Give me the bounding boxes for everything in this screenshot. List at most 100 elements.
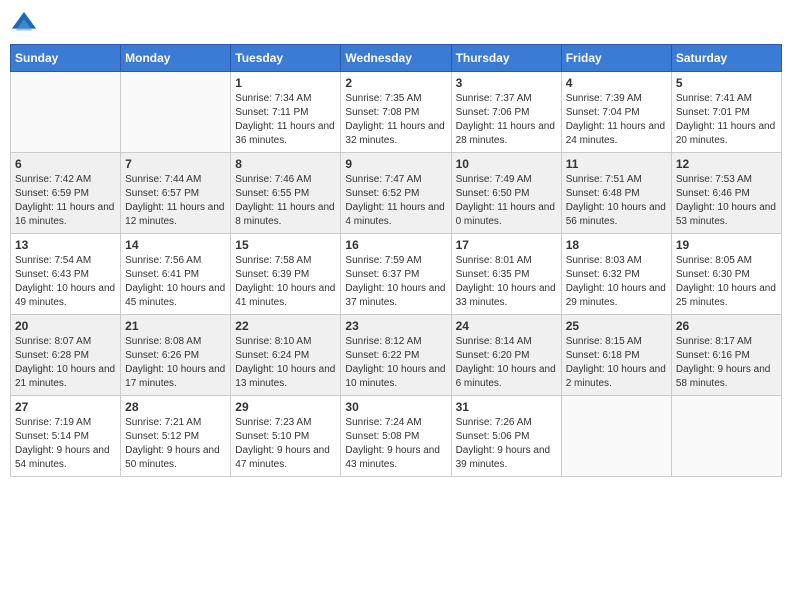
day-number: 27 (15, 400, 116, 414)
weekday-header-row: SundayMondayTuesdayWednesdayThursdayFrid… (11, 45, 782, 72)
day-info: Sunrise: 7:37 AM Sunset: 7:06 PM Dayligh… (456, 92, 557, 148)
day-number: 30 (345, 400, 446, 414)
day-info: Sunrise: 7:41 AM Sunset: 7:01 PM Dayligh… (676, 92, 777, 148)
day-info: Sunrise: 7:58 AM Sunset: 6:39 PM Dayligh… (235, 254, 336, 310)
calendar-cell: 1 Sunrise: 7:34 AM Sunset: 7:11 PM Daylig… (231, 72, 341, 153)
calendar-cell: 3 Sunrise: 7:37 AM Sunset: 7:06 PM Daylig… (451, 72, 561, 153)
day-number: 21 (125, 319, 226, 333)
day-info: Sunrise: 7:54 AM Sunset: 6:43 PM Dayligh… (15, 254, 116, 310)
calendar-week-row: 20 Sunrise: 8:07 AM Sunset: 6:28 PM Dayli… (11, 315, 782, 396)
calendar-cell: 14 Sunrise: 7:56 AM Sunset: 6:41 PM Dayli… (121, 234, 231, 315)
calendar-cell: 19 Sunrise: 8:05 AM Sunset: 6:30 PM Dayli… (671, 234, 781, 315)
calendar-cell (121, 72, 231, 153)
weekday-header: Tuesday (231, 45, 341, 72)
day-number: 24 (456, 319, 557, 333)
calendar-cell: 20 Sunrise: 8:07 AM Sunset: 6:28 PM Dayli… (11, 315, 121, 396)
day-info: Sunrise: 8:17 AM Sunset: 6:16 PM Dayligh… (676, 335, 777, 391)
day-number: 17 (456, 238, 557, 252)
calendar-cell: 7 Sunrise: 7:44 AM Sunset: 6:57 PM Daylig… (121, 153, 231, 234)
day-number: 29 (235, 400, 336, 414)
calendar-cell: 26 Sunrise: 8:17 AM Sunset: 6:16 PM Dayli… (671, 315, 781, 396)
day-info: Sunrise: 7:24 AM Sunset: 5:08 PM Dayligh… (345, 416, 446, 472)
day-number: 20 (15, 319, 116, 333)
calendar-cell: 6Sunrise: 7:42 AM Sunset: 6:59 PM Daylig… (11, 153, 121, 234)
logo-icon (10, 10, 38, 38)
calendar-cell: 13 Sunrise: 7:54 AM Sunset: 6:43 PM Dayli… (11, 234, 121, 315)
calendar-cell: 5 Sunrise: 7:41 AM Sunset: 7:01 PM Daylig… (671, 72, 781, 153)
day-info: Sunrise: 8:01 AM Sunset: 6:35 PM Dayligh… (456, 254, 557, 310)
day-info: Sunrise: 7:53 AM Sunset: 6:46 PM Dayligh… (676, 173, 777, 229)
day-number: 6 (15, 157, 116, 171)
day-number: 12 (676, 157, 777, 171)
day-number: 7 (125, 157, 226, 171)
day-info: Sunrise: 7:51 AM Sunset: 6:48 PM Dayligh… (566, 173, 667, 229)
day-number: 5 (676, 76, 777, 90)
day-number: 10 (456, 157, 557, 171)
weekday-header: Wednesday (341, 45, 451, 72)
page-header (10, 10, 782, 38)
day-number: 13 (15, 238, 116, 252)
day-info: Sunrise: 7:59 AM Sunset: 6:37 PM Dayligh… (345, 254, 446, 310)
calendar-cell: 25 Sunrise: 8:15 AM Sunset: 6:18 PM Dayli… (561, 315, 671, 396)
day-number: 31 (456, 400, 557, 414)
day-number: 4 (566, 76, 667, 90)
day-number: 23 (345, 319, 446, 333)
calendar-cell: 4 Sunrise: 7:39 AM Sunset: 7:04 PM Daylig… (561, 72, 671, 153)
calendar-cell: 9 Sunrise: 7:47 AM Sunset: 6:52 PM Daylig… (341, 153, 451, 234)
day-number: 2 (345, 76, 446, 90)
day-number: 25 (566, 319, 667, 333)
weekday-header: Sunday (11, 45, 121, 72)
day-info: Sunrise: 8:07 AM Sunset: 6:28 PM Dayligh… (15, 335, 116, 391)
day-number: 22 (235, 319, 336, 333)
calendar-cell: 21 Sunrise: 8:08 AM Sunset: 6:26 PM Dayli… (121, 315, 231, 396)
day-info: Sunrise: 7:44 AM Sunset: 6:57 PM Dayligh… (125, 173, 226, 229)
day-info: Sunrise: 8:12 AM Sunset: 6:22 PM Dayligh… (345, 335, 446, 391)
calendar-cell: 29Sunrise: 7:23 AM Sunset: 5:10 PM Dayli… (231, 396, 341, 477)
calendar-cell: 23 Sunrise: 8:12 AM Sunset: 6:22 PM Dayli… (341, 315, 451, 396)
calendar-cell: 27Sunrise: 7:19 AM Sunset: 5:14 PM Dayli… (11, 396, 121, 477)
weekday-header: Friday (561, 45, 671, 72)
day-number: 9 (345, 157, 446, 171)
calendar-cell: 12 Sunrise: 7:53 AM Sunset: 6:46 PM Dayli… (671, 153, 781, 234)
day-info: Sunrise: 7:39 AM Sunset: 7:04 PM Dayligh… (566, 92, 667, 148)
weekday-header: Monday (121, 45, 231, 72)
day-number: 19 (676, 238, 777, 252)
calendar-cell: 18Sunrise: 8:03 AM Sunset: 6:32 PM Dayli… (561, 234, 671, 315)
calendar-cell: 16 Sunrise: 7:59 AM Sunset: 6:37 PM Dayli… (341, 234, 451, 315)
day-info: Sunrise: 7:49 AM Sunset: 6:50 PM Dayligh… (456, 173, 557, 229)
day-info: Sunrise: 8:08 AM Sunset: 6:26 PM Dayligh… (125, 335, 226, 391)
calendar-cell (671, 396, 781, 477)
day-number: 26 (676, 319, 777, 333)
calendar-cell: 15 Sunrise: 7:58 AM Sunset: 6:39 PM Dayli… (231, 234, 341, 315)
day-info: Sunrise: 8:03 AM Sunset: 6:32 PM Dayligh… (566, 254, 667, 310)
calendar-cell: 11 Sunrise: 7:51 AM Sunset: 6:48 PM Dayli… (561, 153, 671, 234)
day-number: 11 (566, 157, 667, 171)
day-number: 15 (235, 238, 336, 252)
day-info: Sunrise: 7:56 AM Sunset: 6:41 PM Dayligh… (125, 254, 226, 310)
logo (10, 10, 42, 38)
calendar-cell: 10 Sunrise: 7:49 AM Sunset: 6:50 PM Dayli… (451, 153, 561, 234)
calendar-cell: 31 Sunrise: 7:26 AM Sunset: 5:06 PM Dayli… (451, 396, 561, 477)
calendar-week-row: 13 Sunrise: 7:54 AM Sunset: 6:43 PM Dayli… (11, 234, 782, 315)
day-info: Sunrise: 7:26 AM Sunset: 5:06 PM Dayligh… (456, 416, 557, 472)
calendar-week-row: 6Sunrise: 7:42 AM Sunset: 6:59 PM Daylig… (11, 153, 782, 234)
day-info: Sunrise: 8:10 AM Sunset: 6:24 PM Dayligh… (235, 335, 336, 391)
day-info: Sunrise: 7:46 AM Sunset: 6:55 PM Dayligh… (235, 173, 336, 229)
calendar-cell: 17 Sunrise: 8:01 AM Sunset: 6:35 PM Dayli… (451, 234, 561, 315)
calendar-week-row: 1 Sunrise: 7:34 AM Sunset: 7:11 PM Daylig… (11, 72, 782, 153)
day-info: Sunrise: 7:34 AM Sunset: 7:11 PM Dayligh… (235, 92, 336, 148)
day-info: Sunrise: 8:05 AM Sunset: 6:30 PM Dayligh… (676, 254, 777, 310)
day-number: 16 (345, 238, 446, 252)
day-number: 1 (235, 76, 336, 90)
calendar-week-row: 27Sunrise: 7:19 AM Sunset: 5:14 PM Dayli… (11, 396, 782, 477)
calendar-table: SundayMondayTuesdayWednesdayThursdayFrid… (10, 44, 782, 477)
day-info: Sunrise: 8:15 AM Sunset: 6:18 PM Dayligh… (566, 335, 667, 391)
day-info: Sunrise: 7:47 AM Sunset: 6:52 PM Dayligh… (345, 173, 446, 229)
weekday-header: Saturday (671, 45, 781, 72)
calendar-cell: 24Sunrise: 8:14 AM Sunset: 6:20 PM Dayli… (451, 315, 561, 396)
weekday-header: Thursday (451, 45, 561, 72)
day-number: 3 (456, 76, 557, 90)
calendar-cell: 2Sunrise: 7:35 AM Sunset: 7:08 PM Daylig… (341, 72, 451, 153)
day-number: 14 (125, 238, 226, 252)
day-number: 8 (235, 157, 336, 171)
